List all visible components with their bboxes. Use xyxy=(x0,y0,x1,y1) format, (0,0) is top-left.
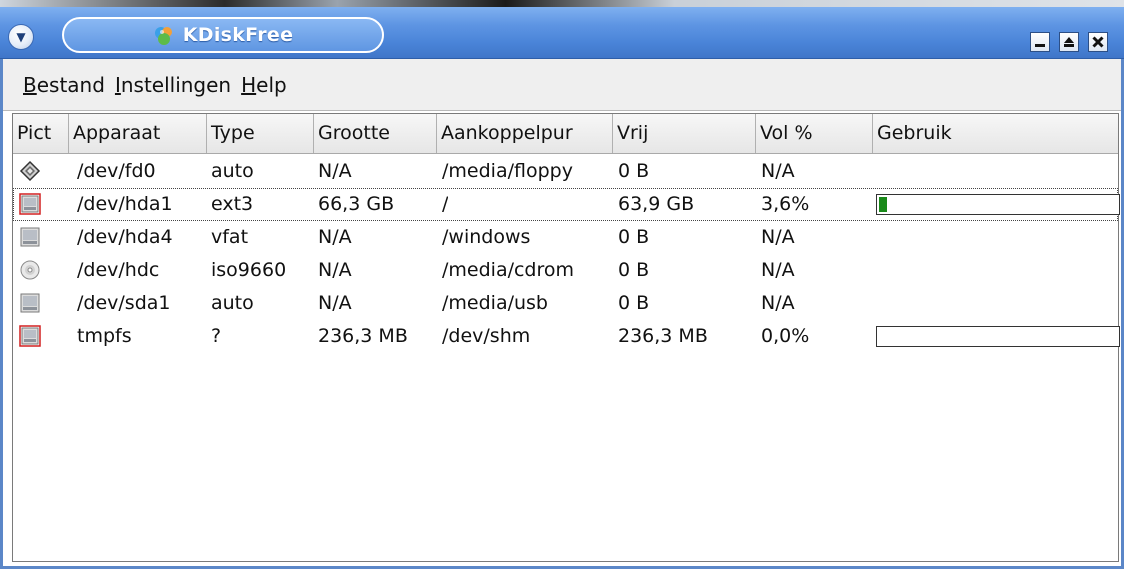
column-header-pict[interactable]: Pict xyxy=(13,114,69,153)
window-menu-button[interactable]: ▼ xyxy=(8,24,34,50)
chevron-down-icon: ▼ xyxy=(16,30,26,44)
table-row[interactable]: /dev/hda1 ext3 66,3 GB / 63,9 GB 3,6% xyxy=(13,188,1120,221)
mount-point-cell: /media/floppy xyxy=(442,160,573,182)
percent-cell: N/A xyxy=(761,292,795,314)
harddisk-mounted-icon xyxy=(19,325,41,347)
table-row[interactable]: /dev/sda1 auto N/A/media/usb 0 B N/A xyxy=(13,287,1118,320)
table-row[interactable]: tmpfs? 236,3 MB/dev/shm 236,3 MB 0,0% xyxy=(13,320,1120,353)
type-cell: ext3 xyxy=(211,193,254,215)
percent-cell: N/A xyxy=(761,259,795,281)
mount-point-cell: /media/cdrom xyxy=(442,259,575,281)
list-header: Pict Apparaat Type Grootte Aankoppelpur … xyxy=(13,114,1118,154)
type-cell: ? xyxy=(211,325,222,347)
menu-bestand[interactable]: Bestand xyxy=(23,73,105,97)
size-cell: N/A xyxy=(318,160,352,182)
device-cell: /dev/hda1 xyxy=(77,193,173,215)
type-cell: auto xyxy=(211,160,254,182)
kdiskfree-app-icon xyxy=(154,27,172,45)
harddisk-icon xyxy=(19,226,41,248)
size-cell: N/A xyxy=(318,259,352,281)
harddisk-mounted-icon xyxy=(19,193,41,215)
column-header-gebruik[interactable]: Gebruik xyxy=(873,114,1118,153)
device-cell: /dev/fd0 xyxy=(77,160,156,182)
kdiskfree-window: ▼ KDiskFree Bestand Instellingen Help Pi… xyxy=(0,7,1124,569)
maximize-button[interactable] xyxy=(1059,32,1079,52)
percent-cell: 0,0% xyxy=(761,325,810,347)
size-cell: 236,3 MB xyxy=(318,325,408,347)
free-cell: 0 B xyxy=(618,259,650,281)
cdrom-icon xyxy=(19,259,41,281)
column-header-vol[interactable]: Vol % xyxy=(756,114,873,153)
maximize-icon xyxy=(1064,37,1074,47)
usage-bar xyxy=(876,194,1120,215)
mount-point-cell: /dev/shm xyxy=(442,325,531,347)
type-cell: iso9660 xyxy=(211,259,287,281)
title-bar[interactable]: ▼ KDiskFree xyxy=(0,7,1124,59)
column-header-aankoppelpunt[interactable]: Aankoppelpur xyxy=(437,114,613,153)
title-tab[interactable]: KDiskFree xyxy=(62,17,384,53)
percent-cell: N/A xyxy=(761,226,795,248)
column-header-apparaat[interactable]: Apparaat xyxy=(69,114,207,153)
free-cell: 0 B xyxy=(618,292,650,314)
mount-point-cell: / xyxy=(442,193,449,215)
table-row[interactable]: /dev/fd0 auto N/A/media/floppy 0 B N/A xyxy=(13,155,1118,188)
device-cell: /dev/sda1 xyxy=(77,292,171,314)
type-cell: auto xyxy=(211,292,254,314)
menu-bar: Bestand Instellingen Help xyxy=(3,59,1121,111)
harddisk-icon xyxy=(19,292,41,314)
device-cell: /dev/hda4 xyxy=(77,226,173,248)
free-cell: 63,9 GB xyxy=(618,193,695,215)
free-cell: 0 B xyxy=(618,160,650,182)
close-button[interactable] xyxy=(1088,32,1108,52)
disk-list[interactable]: Pict Apparaat Type Grootte Aankoppelpur … xyxy=(12,113,1120,562)
size-cell: N/A xyxy=(318,226,352,248)
size-cell: 66,3 GB xyxy=(318,193,395,215)
type-cell: vfat xyxy=(211,226,249,248)
usage-bar-fill xyxy=(879,197,887,212)
mount-point-cell: /windows xyxy=(442,226,531,248)
free-cell: 0 B xyxy=(618,226,650,248)
device-cell: tmpfs xyxy=(77,325,132,347)
table-row[interactable]: /dev/hdc iso9660 N/A/media/cdrom 0 B N/A xyxy=(13,254,1118,287)
free-cell: 236,3 MB xyxy=(618,325,708,347)
column-header-grootte[interactable]: Grootte xyxy=(314,114,437,153)
table-row[interactable]: /dev/hda4 vfat N/A/windows 0 B N/A xyxy=(13,221,1118,254)
minimize-button[interactable] xyxy=(1030,32,1050,52)
floppy-icon xyxy=(19,160,41,182)
size-cell: N/A xyxy=(318,292,352,314)
close-icon xyxy=(1092,36,1104,48)
menu-help[interactable]: Help xyxy=(241,73,287,97)
percent-cell: 3,6% xyxy=(761,193,810,215)
usage-bar xyxy=(876,326,1120,347)
minimize-icon xyxy=(1035,44,1045,47)
window-title: KDiskFree xyxy=(182,24,294,46)
mount-point-cell: /media/usb xyxy=(442,292,548,314)
column-header-type[interactable]: Type xyxy=(207,114,314,153)
menu-instellingen[interactable]: Instellingen xyxy=(115,73,231,97)
column-header-vrij[interactable]: Vrij xyxy=(613,114,756,153)
percent-cell: N/A xyxy=(761,160,795,182)
device-cell: /dev/hdc xyxy=(77,259,160,281)
